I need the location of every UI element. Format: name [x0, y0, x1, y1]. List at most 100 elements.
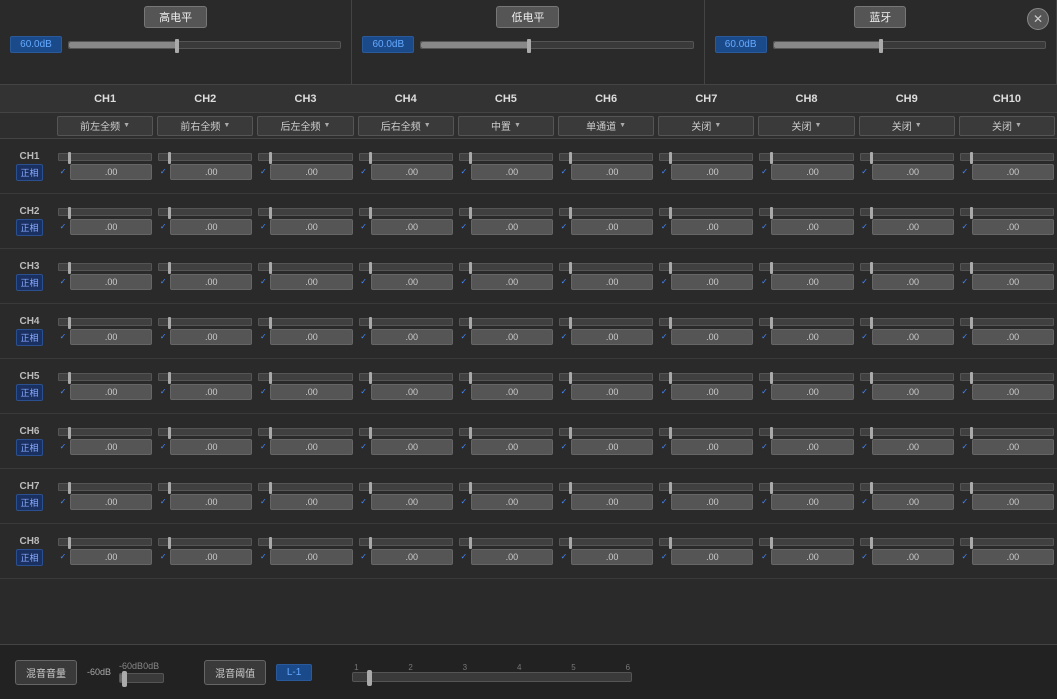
- cell-slider-7-8[interactable]: [759, 483, 853, 491]
- cell-slider-1-1[interactable]: [58, 153, 152, 161]
- cell-value-7-9[interactable]: .00: [872, 494, 954, 510]
- cell-slider-3-7[interactable]: [659, 263, 753, 271]
- high-level-value[interactable]: 60.0dB: [10, 36, 62, 53]
- cell-value-3-4[interactable]: .00: [371, 274, 453, 290]
- cell-slider-6-6[interactable]: [559, 428, 653, 436]
- cell-value-8-6[interactable]: .00: [571, 549, 653, 565]
- threshold-slider[interactable]: [352, 672, 632, 682]
- cell-slider-5-5[interactable]: [459, 373, 553, 381]
- cell-slider-4-9[interactable]: [860, 318, 954, 326]
- cell-value-6-2[interactable]: .00: [170, 439, 252, 455]
- cell-value-1-6[interactable]: .00: [571, 164, 653, 180]
- mix-threshold-button[interactable]: 混音阈值: [204, 660, 266, 685]
- row-phase-2[interactable]: 正相: [16, 219, 42, 236]
- cell-slider-1-9[interactable]: [860, 153, 954, 161]
- cell-value-6-4[interactable]: .00: [371, 439, 453, 455]
- cell-slider-4-8[interactable]: [759, 318, 853, 326]
- cell-slider-7-10[interactable]: [960, 483, 1054, 491]
- cell-slider-6-2[interactable]: [158, 428, 252, 436]
- cell-value-2-5[interactable]: .00: [471, 219, 553, 235]
- cell-slider-2-5[interactable]: [459, 208, 553, 216]
- cell-value-4-8[interactable]: .00: [771, 329, 853, 345]
- cell-value-5-5[interactable]: .00: [471, 384, 553, 400]
- cell-value-2-8[interactable]: .00: [771, 219, 853, 235]
- cell-value-4-9[interactable]: .00: [872, 329, 954, 345]
- cell-slider-7-2[interactable]: [158, 483, 252, 491]
- cell-slider-8-9[interactable]: [860, 538, 954, 546]
- dropdown-ch7[interactable]: 关闭: [658, 116, 754, 136]
- cell-value-1-9[interactable]: .00: [872, 164, 954, 180]
- cell-slider-8-6[interactable]: [559, 538, 653, 546]
- cell-value-3-10[interactable]: .00: [972, 274, 1054, 290]
- cell-slider-6-9[interactable]: [860, 428, 954, 436]
- cell-slider-3-3[interactable]: [258, 263, 352, 271]
- cell-slider-6-1[interactable]: [58, 428, 152, 436]
- cell-slider-2-1[interactable]: [58, 208, 152, 216]
- cell-slider-4-6[interactable]: [559, 318, 653, 326]
- cell-slider-7-5[interactable]: [459, 483, 553, 491]
- cell-value-1-10[interactable]: .00: [972, 164, 1054, 180]
- cell-value-1-7[interactable]: .00: [671, 164, 753, 180]
- cell-slider-8-2[interactable]: [158, 538, 252, 546]
- cell-slider-3-1[interactable]: [58, 263, 152, 271]
- cell-slider-2-2[interactable]: [158, 208, 252, 216]
- cell-slider-3-6[interactable]: [559, 263, 653, 271]
- cell-slider-7-6[interactable]: [559, 483, 653, 491]
- cell-value-4-4[interactable]: .00: [371, 329, 453, 345]
- row-phase-3[interactable]: 正相: [16, 274, 42, 291]
- dropdown-ch4[interactable]: 后右全频: [358, 116, 454, 136]
- cell-value-6-10[interactable]: .00: [972, 439, 1054, 455]
- cell-value-2-2[interactable]: .00: [170, 219, 252, 235]
- cell-value-2-9[interactable]: .00: [872, 219, 954, 235]
- cell-slider-6-8[interactable]: [759, 428, 853, 436]
- dropdown-ch6[interactable]: 单通道: [558, 116, 654, 136]
- cell-value-7-3[interactable]: .00: [270, 494, 352, 510]
- cell-value-8-2[interactable]: .00: [170, 549, 252, 565]
- cell-value-3-1[interactable]: .00: [70, 274, 152, 290]
- cell-slider-1-6[interactable]: [559, 153, 653, 161]
- dropdown-ch9[interactable]: 关闭: [859, 116, 955, 136]
- cell-slider-3-4[interactable]: [359, 263, 453, 271]
- cell-slider-2-7[interactable]: [659, 208, 753, 216]
- bluetooth-level-slider[interactable]: [773, 41, 1046, 49]
- mix-volume-slider[interactable]: [119, 673, 164, 683]
- high-level-slider[interactable]: [68, 41, 341, 49]
- cell-value-5-3[interactable]: .00: [270, 384, 352, 400]
- cell-value-7-1[interactable]: .00: [70, 494, 152, 510]
- cell-value-6-9[interactable]: .00: [872, 439, 954, 455]
- cell-slider-7-3[interactable]: [258, 483, 352, 491]
- cell-value-3-6[interactable]: .00: [571, 274, 653, 290]
- bluetooth-level-value[interactable]: 60.0dB: [715, 36, 767, 53]
- cell-value-4-5[interactable]: .00: [471, 329, 553, 345]
- cell-value-7-10[interactable]: .00: [972, 494, 1054, 510]
- cell-slider-8-1[interactable]: [58, 538, 152, 546]
- cell-value-7-4[interactable]: .00: [371, 494, 453, 510]
- cell-value-4-2[interactable]: .00: [170, 329, 252, 345]
- cell-value-8-1[interactable]: .00: [70, 549, 152, 565]
- cell-value-4-3[interactable]: .00: [270, 329, 352, 345]
- cell-value-7-7[interactable]: .00: [671, 494, 753, 510]
- cell-value-1-5[interactable]: .00: [471, 164, 553, 180]
- cell-slider-5-7[interactable]: [659, 373, 753, 381]
- cell-slider-5-1[interactable]: [58, 373, 152, 381]
- cell-slider-2-4[interactable]: [359, 208, 453, 216]
- cell-slider-4-3[interactable]: [258, 318, 352, 326]
- cell-value-8-8[interactable]: .00: [771, 549, 853, 565]
- cell-slider-8-8[interactable]: [759, 538, 853, 546]
- mix-volume-button[interactable]: 混音音量: [15, 660, 77, 685]
- cell-slider-6-5[interactable]: [459, 428, 553, 436]
- cell-value-3-9[interactable]: .00: [872, 274, 954, 290]
- cell-value-3-5[interactable]: .00: [471, 274, 553, 290]
- cell-value-5-7[interactable]: .00: [671, 384, 753, 400]
- close-button[interactable]: ✕: [1027, 8, 1049, 30]
- cell-value-8-7[interactable]: .00: [671, 549, 753, 565]
- cell-slider-3-2[interactable]: [158, 263, 252, 271]
- cell-slider-5-6[interactable]: [559, 373, 653, 381]
- cell-value-2-6[interactable]: .00: [571, 219, 653, 235]
- cell-slider-8-3[interactable]: [258, 538, 352, 546]
- cell-value-5-8[interactable]: .00: [771, 384, 853, 400]
- cell-slider-5-9[interactable]: [860, 373, 954, 381]
- row-phase-1[interactable]: 正相: [16, 164, 42, 181]
- cell-slider-1-7[interactable]: [659, 153, 753, 161]
- cell-value-2-3[interactable]: .00: [270, 219, 352, 235]
